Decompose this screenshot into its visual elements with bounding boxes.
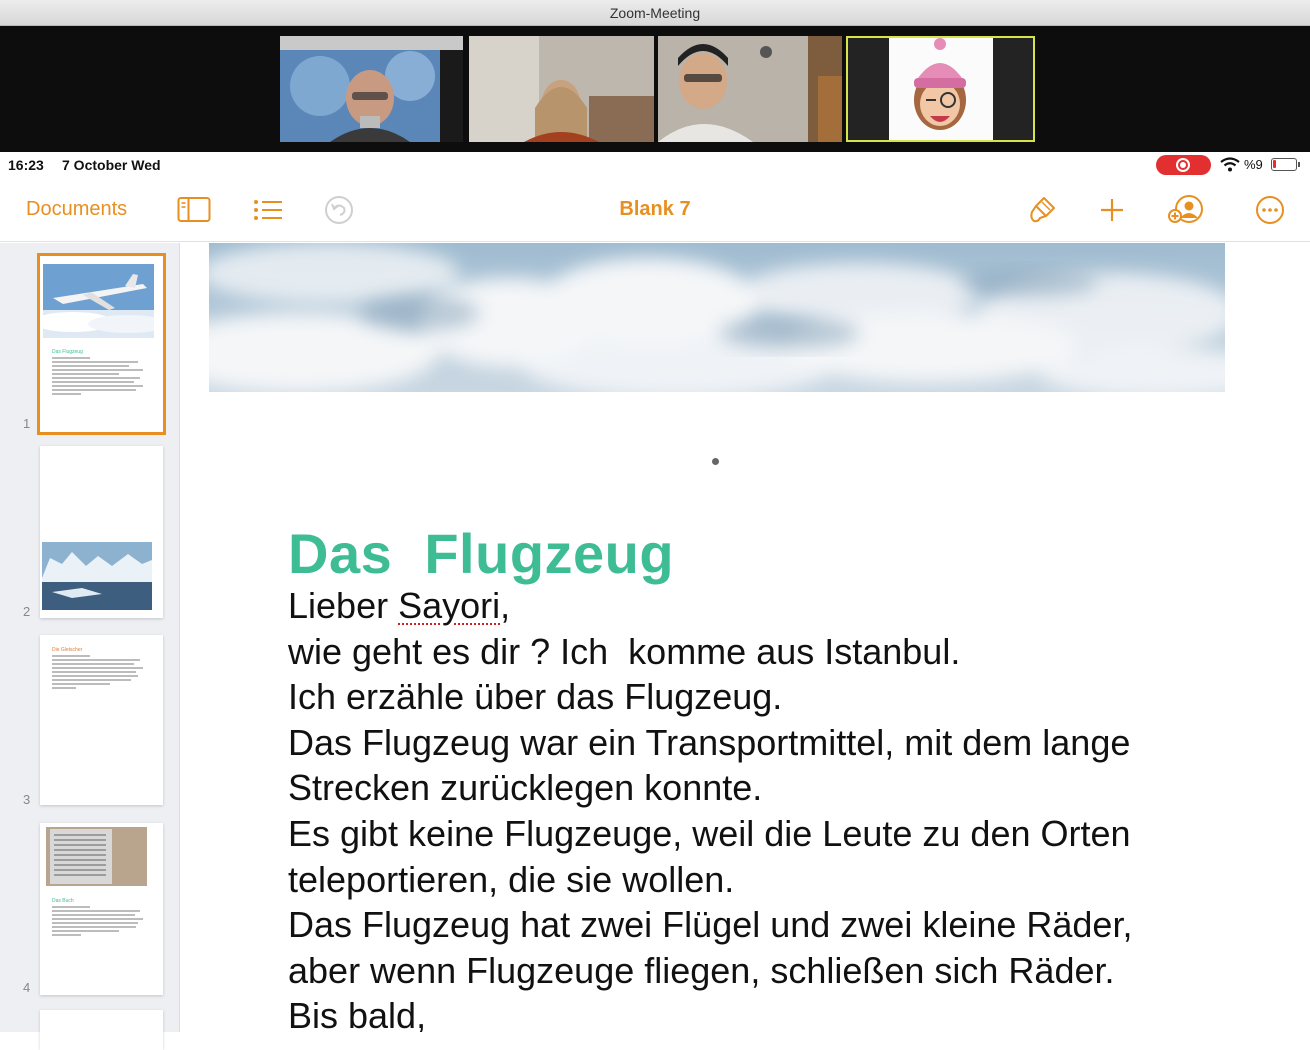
status-date: 7 October Wed — [62, 157, 161, 173]
page-thumbnail-2[interactable] — [40, 446, 163, 618]
paintbrush-icon[interactable] — [1026, 194, 1060, 226]
undo-icon[interactable] — [322, 194, 356, 226]
body-line-1-prefix: Lieber — [288, 585, 399, 626]
body-line-4: Das Flugzeug war ein Transportmittel, mi… — [288, 721, 1131, 763]
document-canvas[interactable]: Das Flugzeug Lieber Sayori, wie geht es … — [181, 243, 1310, 1032]
window-title-bar: Zoom-Meeting — [0, 0, 1310, 26]
page-thumbnail-1[interactable]: Das Flugzeug — [37, 253, 166, 435]
body-line-7: teleportieren, die sie wollen. — [288, 858, 735, 900]
video-strip — [0, 26, 1310, 152]
page-number-2: 2 — [23, 604, 31, 619]
body-line-10: Bis bald, — [288, 995, 427, 1032]
body-line-1: Lieber Sayori, — [288, 583, 1132, 629]
video-tile-participant-1[interactable] — [280, 36, 463, 142]
documents-button[interactable]: Documents — [26, 198, 127, 221]
video-tile-participant-4[interactable] — [846, 36, 1035, 142]
page-number-3: 3 — [23, 792, 31, 807]
page-thumbnail-3[interactable]: Die Gletscher — [40, 635, 163, 805]
sidebar-icon[interactable] — [177, 194, 211, 226]
battery-percentage: %9 — [1244, 157, 1263, 172]
window-title: Zoom-Meeting — [609, 5, 701, 21]
page-thumbnail-5[interactable] — [40, 1010, 163, 1050]
plus-icon[interactable] — [1095, 194, 1129, 226]
object-handle-dot[interactable] — [712, 458, 719, 465]
body-line-6: Es gibt keine Flugzeuge, weil die Leute … — [288, 812, 1131, 854]
document-body[interactable]: Lieber Sayori, wie geht es dir ? Ich kom… — [288, 583, 1132, 1032]
cloud-image[interactable] — [209, 243, 1225, 392]
video-tile-participant-3[interactable] — [658, 36, 842, 142]
battery-icon — [1271, 158, 1300, 171]
body-line-3: Ich erzähle über das Flugzeug. — [288, 676, 783, 718]
wifi-icon — [1220, 157, 1240, 172]
body-line-1-suffix: , — [500, 585, 511, 626]
page-thumbnail-4[interactable]: Das Buch — [40, 823, 163, 995]
body-line-5: Strecken zurücklegen konnte. — [288, 767, 763, 809]
page-number-1: 1 — [23, 416, 31, 431]
misspelled-word[interactable]: Sayori — [398, 585, 500, 626]
pages-toolbar: Documents Blank 7 — [0, 178, 1310, 242]
collaborate-icon[interactable] — [1168, 194, 1203, 226]
body-line-2: wie geht es dir ? Ich komme aus Istanbul… — [288, 630, 961, 672]
ios-status-bar: 16:23 7 October Wed %9 — [0, 152, 1310, 178]
document-heading[interactable]: Das Flugzeug — [288, 521, 674, 586]
status-time: 16:23 — [8, 157, 44, 173]
screen-recording-indicator[interactable] — [1156, 155, 1211, 175]
page-navigator: Das Flugzeug 1 2 Die Gletscher 3 Das Buc… — [0, 243, 180, 1050]
body-line-9: aber wenn Flugzeuge fliegen, schließen s… — [288, 949, 1115, 991]
list-icon[interactable] — [252, 194, 286, 226]
video-tile-participant-2[interactable] — [469, 36, 654, 142]
page-number-4: 4 — [23, 980, 31, 995]
body-line-8: Das Flugzeug hat zwei Flügel und zwei kl… — [288, 904, 1133, 946]
more-icon[interactable] — [1253, 194, 1287, 226]
